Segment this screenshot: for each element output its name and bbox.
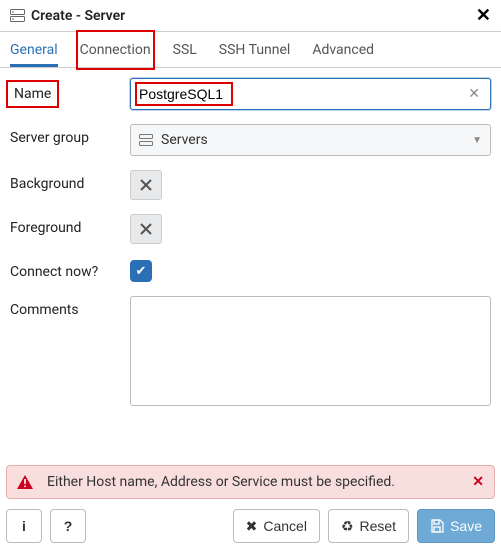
info-button[interactable]: i [6,509,42,543]
connect-now-checkbox[interactable]: ✔ [130,260,152,282]
label-name: Name [10,78,130,104]
label-foreground: Foreground [10,214,130,236]
cancel-icon: ✖ [246,518,258,535]
recycle-icon: ♻ [341,518,354,535]
alert-message: Either Host name, Address or Service mus… [47,474,472,490]
alert-close-icon[interactable]: ✕ [472,474,484,490]
tabs: General Connection SSL SSH Tunnel Advanc… [0,32,501,68]
save-label: Save [450,518,482,534]
label-comments: Comments [10,296,130,318]
servers-icon [139,134,153,146]
x-icon [139,222,153,236]
comments-textarea[interactable] [130,296,491,406]
cancel-button[interactable]: ✖ Cancel [233,509,320,543]
clear-icon[interactable]: ✕ [458,86,490,102]
foreground-color-button[interactable] [130,214,162,244]
close-icon[interactable]: ✕ [476,5,491,26]
chevron-down-icon: ▼ [472,135,482,146]
tab-advanced[interactable]: Advanced [312,34,374,66]
footer: Either Host name, Address or Service mus… [0,459,501,549]
save-button[interactable]: Save [417,509,495,543]
button-bar: i ? ✖ Cancel ♻ Reset Save [6,509,495,543]
name-input[interactable] [131,86,458,102]
label-connect-now: Connect now? [10,258,130,280]
label-name-text: Name [10,84,55,104]
background-color-button[interactable] [130,170,162,200]
server-group-value: Servers [161,132,472,148]
reset-button[interactable]: ♻ Reset [328,509,409,543]
server-icon [10,9,25,22]
server-group-select[interactable]: Servers ▼ [130,124,491,156]
check-icon: ✔ [136,264,147,279]
help-button[interactable]: ? [50,509,86,543]
tab-ssh-tunnel[interactable]: SSH Tunnel [219,34,291,66]
label-server-group: Server group [10,124,130,146]
reset-label: Reset [360,518,397,534]
cancel-label: Cancel [263,518,307,534]
titlebar: Create - Server ✕ [0,0,501,32]
error-alert: Either Host name, Address or Service mus… [6,465,495,499]
tab-connection[interactable]: Connection [80,34,151,66]
x-icon [139,178,153,192]
form-general: Name ✕ Server group Servers ▼ Background [0,68,501,434]
name-input-wrap: ✕ [130,78,491,110]
tab-ssl[interactable]: SSL [173,34,197,66]
save-icon [430,519,444,533]
label-background: Background [10,170,130,192]
window-title: Create - Server [31,8,476,24]
warning-icon [17,475,33,489]
tab-general[interactable]: General [10,34,58,66]
